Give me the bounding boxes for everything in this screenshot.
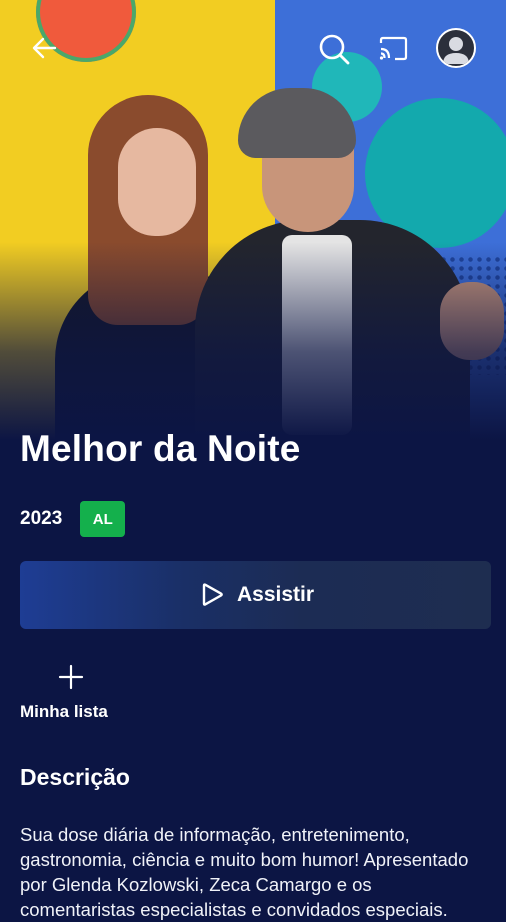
- search-icon: [319, 34, 350, 65]
- description-heading: Descrição: [20, 764, 130, 790]
- user-avatar-icon: [443, 37, 469, 64]
- my-list-label: Minha lista: [20, 702, 108, 721]
- watch-button[interactable]: Assistir: [20, 561, 491, 629]
- play-outline-icon: [202, 583, 223, 606]
- release-year: 2023: [20, 508, 63, 529]
- search-button[interactable]: [315, 30, 353, 68]
- top-bar: [0, 0, 506, 96]
- show-title: Melhor da Noite: [20, 428, 301, 469]
- show-meta: 2023 AL: [20, 501, 126, 537]
- plus-icon: [58, 664, 84, 690]
- my-list-button[interactable]: Minha lista: [20, 660, 130, 730]
- description-text: Sua dose diária de informação, entreteni…: [20, 824, 469, 920]
- profile-avatar-button[interactable]: [436, 28, 476, 68]
- cast-button[interactable]: [374, 30, 412, 68]
- back-button[interactable]: [26, 30, 62, 66]
- arrow-left-icon: [32, 37, 57, 59]
- watch-label: Assistir: [236, 583, 315, 606]
- cast-icon: [379, 36, 408, 61]
- age-rating-badge: AL: [80, 501, 126, 537]
